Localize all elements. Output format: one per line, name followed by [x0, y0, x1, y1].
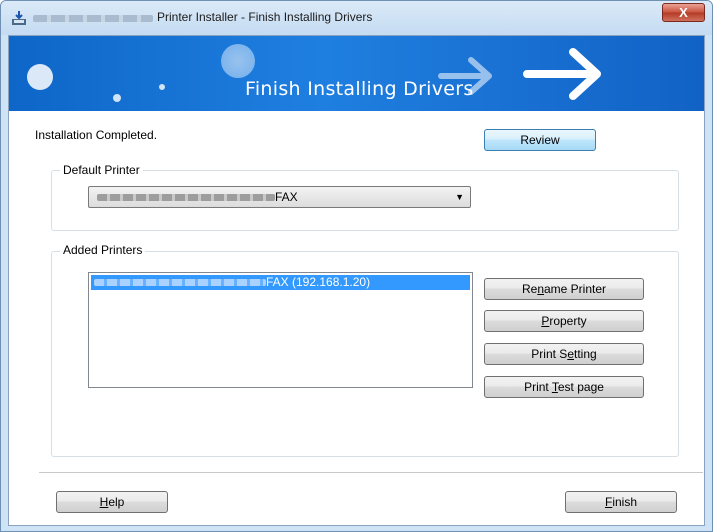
button-text: ame Printer [544, 282, 607, 296]
button-text: roperty [549, 314, 587, 328]
triangle-down-icon: ▼ [455, 192, 464, 202]
button-text: est page [557, 380, 604, 394]
help-button[interactable]: Help [56, 491, 168, 513]
default-printer-label: Default Printer [60, 163, 143, 177]
large-arrow-icon [523, 48, 601, 100]
dialog-body: Finish Installing Drivers Installation C… [8, 35, 705, 526]
default-printer-value: FAX [97, 190, 298, 204]
button-text: tting [574, 347, 597, 361]
header-banner: Finish Installing Drivers [9, 36, 704, 111]
button-text: Print [524, 380, 552, 394]
list-item[interactable]: FAX (192.168.1.20) [91, 275, 470, 290]
obscured-product-name [33, 15, 153, 22]
printer-type-text: FAX [275, 190, 298, 204]
obscured-printer-name [97, 194, 275, 202]
access-key: e [567, 347, 574, 361]
window-title: Printer Installer - Finish Installing Dr… [157, 10, 373, 24]
banner-title: Finish Installing Drivers [245, 78, 474, 100]
installer-window: Printer Installer - Finish Installing Dr… [0, 0, 713, 532]
close-button[interactable]: X [662, 3, 705, 22]
banner-bubble [221, 44, 255, 78]
rename-printer-button[interactable]: Rename Printer [484, 278, 644, 300]
default-printer-dropdown[interactable]: FAX ▼ [88, 186, 471, 208]
button-text: inish [612, 495, 638, 509]
added-printers-label: Added Printers [60, 243, 146, 257]
button-text: elp [108, 495, 125, 509]
print-test-page-button[interactable]: Print Test page [484, 376, 644, 398]
download-printer-icon [12, 11, 26, 25]
banner-bubble [159, 84, 165, 90]
print-setting-button[interactable]: Print Setting [484, 343, 644, 365]
button-text: Re [521, 282, 538, 296]
obscured-printer-name [94, 279, 266, 287]
review-button[interactable]: Review [484, 129, 596, 151]
button-text: Print S [531, 347, 568, 361]
footer-divider [39, 472, 703, 473]
added-printers-list[interactable]: FAX (192.168.1.20) [88, 272, 473, 388]
banner-bubble [27, 64, 53, 90]
title-bar[interactable]: Printer Installer - Finish Installing Dr… [1, 1, 712, 35]
finish-button[interactable]: Finish [565, 491, 677, 513]
banner-bubble [113, 94, 121, 102]
status-text: Installation Completed. [35, 128, 158, 142]
access-key: n [537, 282, 544, 296]
printer-type-text: FAX (192.168.1.20) [266, 275, 371, 289]
property-button[interactable]: Property [484, 310, 644, 332]
